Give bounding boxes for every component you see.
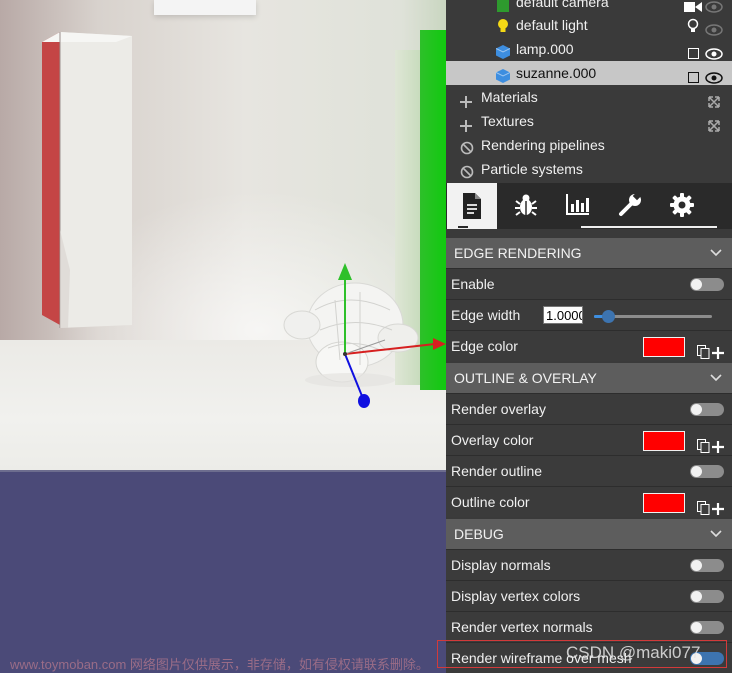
- row-label: Edge color: [451, 338, 518, 354]
- row-outline-color: Outline color: [446, 486, 732, 517]
- render-overlay-toggle[interactable]: [690, 403, 724, 416]
- section-debug[interactable]: DEBUG: [446, 519, 732, 549]
- tree-group-label: Textures: [481, 113, 534, 129]
- tab-statistics[interactable]: [552, 183, 602, 229]
- tree-item-label: lamp.000: [516, 41, 574, 57]
- transform-gizmo[interactable]: [330, 258, 446, 418]
- render-outline-toggle[interactable]: [690, 465, 724, 478]
- tree-item-default-light[interactable]: default light: [446, 13, 732, 37]
- render-vertex-normals-toggle[interactable]: [690, 621, 724, 634]
- wrench-icon: [619, 192, 642, 216]
- edge-width-slider[interactable]: [594, 310, 712, 323]
- y-axis-arrow-icon: [338, 263, 352, 280]
- row-edge-width: Edge width 1.0000: [446, 299, 732, 330]
- tab-tools[interactable]: [604, 183, 654, 229]
- row-label: Enable: [451, 276, 495, 292]
- row-overlay-color: Overlay color: [446, 424, 732, 455]
- row-label: Display vertex colors: [451, 588, 581, 604]
- tree-group-textures[interactable]: Textures: [446, 109, 732, 133]
- row-display-normals: Display normals: [446, 549, 732, 580]
- tree-item-label: default camera: [516, 0, 609, 10]
- tree-item-suzanne[interactable]: suzanne.000: [446, 61, 732, 85]
- tree-group-label: Particle systems: [481, 161, 583, 177]
- 3d-viewport[interactable]: [0, 0, 446, 673]
- tree-item-default-camera[interactable]: default camera: [446, 0, 732, 14]
- ground-plane: [0, 472, 446, 673]
- tree-group-particle-systems[interactable]: Particle systems: [446, 157, 732, 181]
- row-label: Render vertex normals: [451, 619, 593, 635]
- chart-bar-icon: [566, 194, 589, 215]
- overlay-color-swatch[interactable]: [643, 431, 685, 451]
- tree-item-label: default light: [516, 17, 588, 33]
- tree-group-rendering-pipelines[interactable]: Rendering pipelines: [446, 133, 732, 157]
- edge-enable-toggle[interactable]: [690, 278, 724, 291]
- edge-color-swatch[interactable]: [643, 337, 685, 357]
- tab-debug[interactable]: [500, 183, 550, 229]
- row-render-outline: Render outline: [446, 455, 732, 486]
- row-label: Render outline: [451, 463, 543, 479]
- tree-group-materials[interactable]: Materials: [446, 85, 732, 109]
- bug-icon: [515, 194, 537, 216]
- x-axis-arrow-icon: [433, 338, 446, 350]
- tree-item-label: suzanne.000: [516, 65, 597, 81]
- tab-underline: [581, 226, 717, 228]
- z-axis-arrow-icon: [358, 394, 370, 408]
- row-display-vertex-colors: Display vertex colors: [446, 580, 732, 611]
- row-render-vertex-normals: Render vertex normals: [446, 611, 732, 642]
- slider-knob[interactable]: [601, 310, 615, 323]
- row-label: Outline color: [451, 494, 530, 510]
- row-label: Render overlay: [451, 401, 546, 417]
- document-icon: [463, 193, 481, 219]
- gear-icon: [670, 193, 694, 217]
- ceiling-light: [154, 0, 256, 15]
- inspector-tabs: [446, 183, 732, 229]
- tab-indicator: [458, 226, 468, 228]
- display-normals-toggle[interactable]: [690, 559, 724, 572]
- row-label: Overlay color: [451, 432, 534, 448]
- row-edge-color: Edge color: [446, 330, 732, 361]
- section-title: EDGE RENDERING: [454, 245, 582, 261]
- section-outline-overlay[interactable]: OUTLINE & OVERLAY: [446, 363, 732, 393]
- row-render-overlay: Render overlay: [446, 393, 732, 424]
- section-title: DEBUG: [454, 526, 504, 542]
- edge-width-input[interactable]: 1.0000: [543, 306, 583, 324]
- outline-color-swatch[interactable]: [643, 493, 685, 513]
- lamp-object[interactable]: [40, 30, 140, 330]
- tab-properties[interactable]: [447, 183, 497, 229]
- row-edge-enable: Enable: [446, 268, 732, 299]
- section-edge-rendering[interactable]: EDGE RENDERING: [446, 238, 732, 268]
- row-label: Edge width: [451, 307, 521, 323]
- watermark-right: CSDN @maki077: [566, 643, 701, 662]
- tree-item-lamp[interactable]: lamp.000: [446, 37, 732, 61]
- section-title: OUTLINE & OVERLAY: [454, 370, 597, 386]
- tab-settings[interactable]: [656, 183, 706, 229]
- inspector-panel: default camera default light lamp.000 su…: [446, 0, 732, 673]
- display-vertex-colors-toggle[interactable]: [690, 590, 724, 603]
- watermark-left: www.toymoban.com 网络图片仅供展示，非存储，如有侵权请联系删除。: [10, 657, 429, 672]
- row-label: Display normals: [451, 557, 551, 573]
- tree-group-label: Rendering pipelines: [481, 137, 605, 153]
- tree-group-label: Materials: [481, 89, 538, 105]
